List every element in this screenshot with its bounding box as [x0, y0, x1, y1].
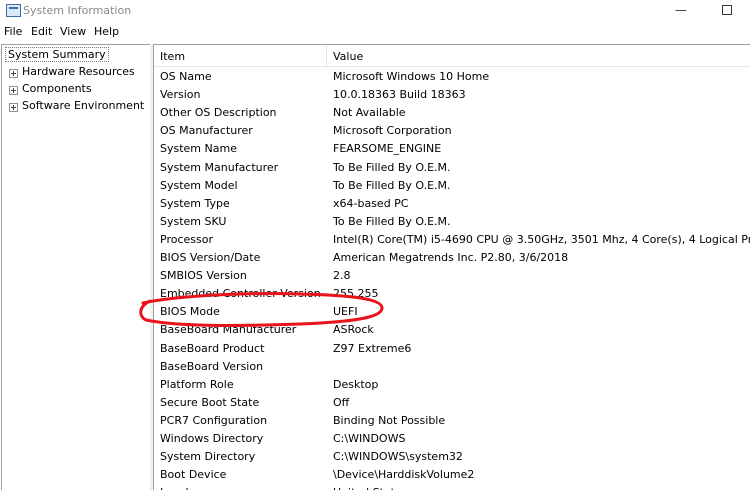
table-row[interactable]: Other OS Description Not Available — [154, 103, 750, 121]
maximize-button[interactable] — [704, 0, 750, 21]
row-item-name: BaseBoard Manufacturer — [160, 323, 297, 337]
row-item-value: ASRock — [333, 323, 374, 337]
row-item-name: System Manufacturer — [160, 160, 279, 174]
row-item-value: Not Available — [333, 106, 406, 120]
row-item-name: System Name — [160, 142, 237, 156]
table-row[interactable]: Windows Directory C:\WINDOWS — [154, 429, 750, 447]
row-item-name: Processor — [160, 232, 213, 246]
row-item-name: Locale — [160, 486, 195, 490]
table-row[interactable]: System Name FEARSOME_ENGINE — [154, 139, 750, 157]
row-item-name: System Type — [160, 196, 230, 210]
row-item-value: 2.8 — [333, 269, 351, 283]
table-row[interactable]: OS Manufacturer Microsoft Corporation — [154, 121, 750, 139]
table-row[interactable]: Platform Role Desktop — [154, 375, 750, 393]
row-item-value: Microsoft Windows 10 Home — [333, 70, 490, 83]
details-list: Item Value OS Name Microsoft Windows 10 H… — [153, 44, 750, 490]
row-item-value: Microsoft Corporation — [333, 124, 452, 138]
row-item-value: x64-based PC — [333, 196, 409, 210]
menu-bar: File Edit View Help — [0, 22, 750, 41]
tree-item-system-summary[interactable]: System Summary — [5, 47, 109, 62]
row-item-name: System Model — [160, 178, 238, 192]
tree-item-hardware-resources[interactable]: Hardware Resources — [22, 65, 135, 78]
row-item-value: FEARSOME_ENGINE — [333, 142, 442, 156]
menu-view[interactable]: View — [60, 25, 86, 38]
expand-software-environment-icon[interactable] — [9, 103, 18, 112]
table-row[interactable]: BaseBoard Product Z97 Extreme6 — [154, 339, 750, 357]
row-item-name: Boot Device — [160, 468, 227, 482]
row-item-value: Z97 Extreme6 — [333, 341, 412, 355]
row-item-value: American Megatrends Inc. P2.80, 3/6/2018 — [333, 251, 569, 264]
row-item-name: BIOS Mode — [160, 305, 220, 319]
row-item-name: SMBIOS Version — [160, 269, 247, 283]
table-row[interactable]: Embedded Controller Version 255.255 — [154, 284, 750, 302]
tree-item-label: System Summary — [8, 48, 106, 61]
table-row[interactable]: BIOS Mode UEFI — [154, 302, 750, 320]
row-item-name: Secure Boot State — [160, 395, 260, 409]
table-row[interactable]: Secure Boot State Off — [154, 393, 750, 411]
table-row[interactable]: System Type x64-based PC — [154, 194, 750, 212]
row-item-value: Intel(R) Core(TM) i5-4690 CPU @ 3.50GHz,… — [333, 232, 750, 246]
tree-item-components[interactable]: Components — [22, 82, 92, 95]
row-item-value: C:\WINDOWS — [333, 432, 406, 445]
row-item-value: \Device\HarddiskVolume2 — [333, 468, 475, 482]
row-item-value: To Be Filled By O.E.M. — [333, 160, 451, 174]
row-item-value: Desktop — [333, 377, 379, 391]
row-item-value: To Be Filled By O.E.M. — [333, 178, 451, 192]
list-header: Item Value — [154, 45, 750, 67]
row-item-name: PCR7 Configuration — [160, 413, 268, 427]
table-row[interactable]: System Model To Be Filled By O.E.M. — [154, 176, 750, 194]
row-item-name: BaseBoard Version — [160, 359, 264, 373]
row-item-value: United States — [333, 486, 408, 490]
minimize-icon: — — [675, 3, 687, 17]
window-title: System Information — [23, 4, 132, 17]
row-item-name: Other OS Description — [160, 106, 277, 120]
menu-file[interactable]: File — [4, 25, 22, 38]
column-header-item[interactable]: Item — [160, 50, 185, 63]
table-row[interactable]: Version 10.0.18363 Build 18363 — [154, 85, 750, 103]
row-item-name: Windows Directory — [160, 432, 264, 445]
table-row[interactable]: SMBIOS Version 2.8 — [154, 266, 750, 284]
expand-components-icon[interactable] — [9, 86, 18, 95]
row-item-name: Embedded Controller Version — [160, 287, 321, 301]
tree-item-label: Software Environment — [22, 99, 145, 112]
table-row[interactable]: System Directory C:\WINDOWS\system32 — [154, 447, 750, 465]
table-row[interactable]: Processor Intel(R) Core(TM) i5-4690 CPU @… — [154, 230, 750, 248]
menu-edit[interactable]: Edit — [31, 25, 52, 38]
row-item-name: OS Name — [160, 70, 212, 83]
table-row[interactable]: PCR7 Configuration Binding Not Possible — [154, 411, 750, 429]
row-item-value: C:\WINDOWS\system32 — [333, 450, 463, 464]
system-information-app-icon — [6, 4, 21, 17]
category-tree: System Summary Hardware Resources Compon… — [1, 44, 151, 490]
row-item-value: Binding Not Possible — [333, 413, 446, 427]
row-item-name: Platform Role — [160, 377, 234, 391]
table-row[interactable]: OS Name Microsoft Windows 10 Home — [154, 67, 750, 85]
row-item-name: System SKU — [160, 214, 227, 228]
tree-item-software-environment[interactable]: Software Environment — [22, 99, 144, 112]
title-bar: System Information — — [0, 0, 750, 21]
row-item-value: Off — [333, 395, 350, 409]
tree-item-label: Hardware Resources — [22, 65, 135, 78]
table-row[interactable]: BIOS Version/Date American Megatrends Inc… — [154, 248, 750, 266]
minimize-button[interactable]: — — [658, 0, 704, 21]
row-item-value: 255.255 — [333, 287, 379, 301]
column-header-value[interactable]: Value — [333, 50, 363, 63]
expand-hardware-resources-icon[interactable] — [9, 69, 18, 78]
row-item-value: UEFI — [333, 305, 358, 319]
row-item-name: System Directory — [160, 450, 256, 464]
row-item-value: To Be Filled By O.E.M. — [333, 214, 451, 228]
maximize-icon — [722, 5, 732, 15]
table-row[interactable]: BaseBoard Manufacturer ASRock — [154, 320, 750, 338]
table-row[interactable]: System Manufacturer To Be Filled By O.E.M… — [154, 158, 750, 176]
table-row[interactable]: Boot Device \Device\HarddiskVolume2 — [154, 465, 750, 483]
table-row[interactable]: System SKU To Be Filled By O.E.M. — [154, 212, 750, 230]
table-row[interactable]: BaseBoard Version — [154, 357, 750, 375]
column-separator[interactable] — [326, 45, 327, 66]
row-item-name: Version — [160, 88, 201, 102]
row-item-value: 10.0.18363 Build 18363 — [333, 88, 466, 102]
tree-item-label: Components — [22, 82, 92, 95]
menu-help[interactable]: Help — [94, 25, 119, 38]
row-item-name: BIOS Version/Date — [160, 251, 261, 264]
row-item-name: OS Manufacturer — [160, 124, 253, 138]
row-item-name: BaseBoard Product — [160, 341, 265, 355]
